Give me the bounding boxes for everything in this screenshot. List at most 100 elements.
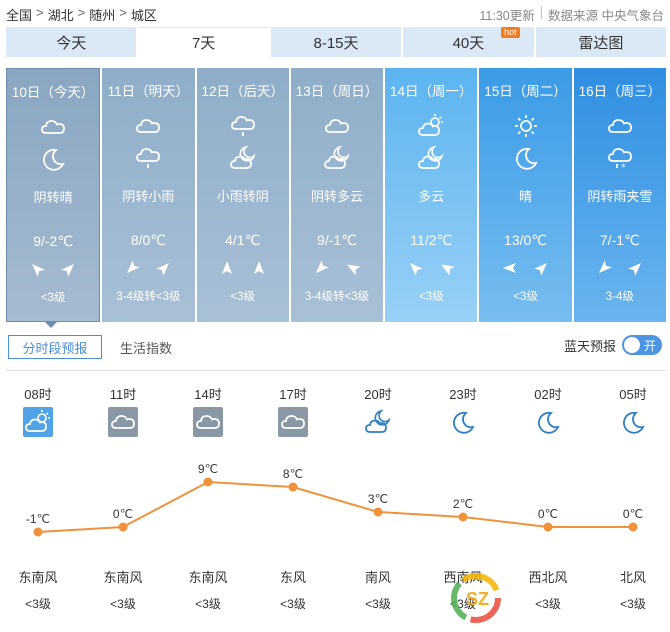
day-temperature: 8/0℃ xyxy=(130,232,167,248)
tab-hourly-forecast[interactable]: 分时段预报 xyxy=(8,335,102,359)
hour-time: 08时 xyxy=(24,387,52,402)
today-pointer xyxy=(44,321,58,328)
wind-arrow-icon xyxy=(533,260,550,281)
wind-arrow-icon xyxy=(251,260,267,281)
tab-today[interactable]: 今天 xyxy=(6,27,137,57)
cloud-icon xyxy=(39,113,67,146)
temperature-label: 0℃ xyxy=(623,507,643,521)
hour-wind-level: <3级 xyxy=(535,597,561,611)
sub-tabs: 分时段预报 生活指数 蓝天预报 开 xyxy=(6,335,666,361)
day-wind-level: <3级 xyxy=(513,291,538,303)
wind-direction xyxy=(102,260,194,281)
partly-cloudy-night-icon xyxy=(363,407,393,437)
cloud-icon xyxy=(193,407,223,437)
day-card[interactable]: 13日（周日） 阴转多云 9/-1℃ 3-4级转<3级 xyxy=(290,68,384,322)
partly-cloudy-night-icon xyxy=(417,144,445,177)
day-weather-desc: 阴转雨夹雪 xyxy=(587,189,653,204)
day-wind-level: 3-4级转<3级 xyxy=(304,291,370,303)
hour-time: 17时 xyxy=(279,387,307,402)
breadcrumb-district: 城区 xyxy=(130,8,157,23)
wind-direction xyxy=(197,260,289,281)
day-card[interactable]: 15日（周二） 晴 13/0℃ <3级 xyxy=(479,68,572,322)
wind-arrow-icon xyxy=(61,261,77,282)
daily-forecast: 10日（今天） 阴转晴 9/-2℃ <3级 11日（明天） 阴转小雨 8/0℃ … xyxy=(6,68,666,322)
day-temperature: 9/-1℃ xyxy=(317,232,357,248)
wind-arrow-icon xyxy=(156,260,172,281)
breadcrumb-city[interactable]: 随州 xyxy=(89,5,115,24)
partly-cloudy-night-icon xyxy=(323,144,351,177)
wind-direction xyxy=(479,260,571,281)
day-date: 16日（周三） xyxy=(578,84,662,99)
hour-time: 14时 xyxy=(194,387,222,402)
tab-radar[interactable]: 雷达图 xyxy=(535,27,667,57)
day-weather-desc: 多云 xyxy=(418,189,445,204)
day-card[interactable]: 14日（周一） 多云 11/2℃ <3级 xyxy=(385,68,478,322)
temperature-point xyxy=(33,527,43,537)
hour-wind-level: <3级 xyxy=(25,597,51,611)
wind-arrow-icon xyxy=(407,260,424,281)
cloud-icon xyxy=(108,407,138,437)
day-date: 15日（周二） xyxy=(484,84,567,99)
hour-wind-level: <3级 xyxy=(195,597,221,611)
tab-label: 雷达图 xyxy=(578,34,624,52)
day-card[interactable]: 10日（今天） 阴转晴 9/-2℃ <3级 xyxy=(6,68,101,322)
hour-wind-level: <3级 xyxy=(620,597,646,611)
bluesky-toggle[interactable]: 开 xyxy=(622,335,662,355)
day-temperature: 4/1℃ xyxy=(225,232,261,248)
day-weather-desc: 阴转多云 xyxy=(310,189,363,204)
cloud-icon xyxy=(278,407,308,437)
cloud-icon xyxy=(323,112,351,145)
day-date: 13日（周日） xyxy=(295,84,379,99)
svg-text:*: * xyxy=(621,163,626,172)
temperature-label: -1℃ xyxy=(26,512,50,526)
bluesky-label: 蓝天预报 xyxy=(563,338,616,354)
top-bar: 全国 > 湖北 > 随州 > 城区 11:30更新 | 数据来源 中央气象台 xyxy=(0,0,670,26)
moon-icon xyxy=(618,407,648,437)
sleet-icon: * xyxy=(606,144,634,177)
light-rain-icon xyxy=(229,112,257,145)
tab-label: 今天 xyxy=(56,34,87,52)
hour-time: 11时 xyxy=(109,387,137,402)
breadcrumb-separator: > xyxy=(119,5,127,20)
hour-wind-level: <3级 xyxy=(280,597,306,611)
hour-time: 23时 xyxy=(449,387,477,402)
bluesky-forecast: 蓝天预报 开 xyxy=(564,335,662,355)
hour-wind-level: <3级 xyxy=(110,597,136,611)
day-weather-desc: 阴转晴 xyxy=(33,190,73,205)
day-weather-desc: 小雨转阴 xyxy=(216,189,269,204)
temperature-point xyxy=(118,522,128,532)
tab-label: 7天 xyxy=(191,35,216,52)
divider: | xyxy=(539,5,544,19)
hour-time: 02时 xyxy=(534,387,562,402)
partly-cloudy-icon xyxy=(23,407,53,437)
tab-40days[interactable]: 40天 hot xyxy=(403,27,534,57)
partly-cloudy-icon xyxy=(417,112,445,145)
breadcrumb-country[interactable]: 全国 xyxy=(6,5,32,24)
light-rain-icon xyxy=(134,144,162,177)
day-weather-desc: 阴转小雨 xyxy=(122,189,175,204)
temperature-label: 3℃ xyxy=(368,492,388,506)
toggle-label: 开 xyxy=(643,339,656,353)
temperature-point xyxy=(373,507,383,517)
temperature-label: 9℃ xyxy=(198,462,218,476)
day-card[interactable]: 16日（周三） * 阴转雨夹雪 7/-1℃ 3-4级 xyxy=(573,68,666,322)
tab-8-15days[interactable]: 8-15天 xyxy=(270,27,402,57)
day-wind-level: 3-4级 xyxy=(605,291,634,303)
day-wind-level: 3-4级转<3级 xyxy=(116,291,181,303)
tab-7days[interactable]: 7天 xyxy=(138,27,269,57)
wind-arrow-icon xyxy=(345,260,361,281)
hour-wind-level: <3级 xyxy=(365,597,391,611)
breadcrumb-province[interactable]: 湖北 xyxy=(48,5,74,24)
day-card[interactable]: 12日（后天） 小雨转阴 4/1℃ <3级 xyxy=(196,68,289,322)
breadcrumb: 全国 > 湖北 > 随州 > 城区 xyxy=(6,5,157,24)
wind-arrow-icon xyxy=(124,260,141,281)
day-wind-level: <3级 xyxy=(418,291,444,303)
moon-icon xyxy=(448,407,478,437)
temperature-line-chart: -1℃ 0℃ 9℃ 8℃ 3℃ 2℃ 0℃ 0℃ xyxy=(26,462,643,537)
tab-life-index[interactable]: 生活指数 xyxy=(120,338,172,357)
divider-line xyxy=(6,370,666,371)
wind-direction xyxy=(385,260,477,281)
wind-arrow-icon xyxy=(313,260,329,281)
day-card[interactable]: 11日（明天） 阴转小雨 8/0℃ 3-4级转<3级 xyxy=(102,68,195,322)
day-wind-level: <3级 xyxy=(40,292,66,304)
